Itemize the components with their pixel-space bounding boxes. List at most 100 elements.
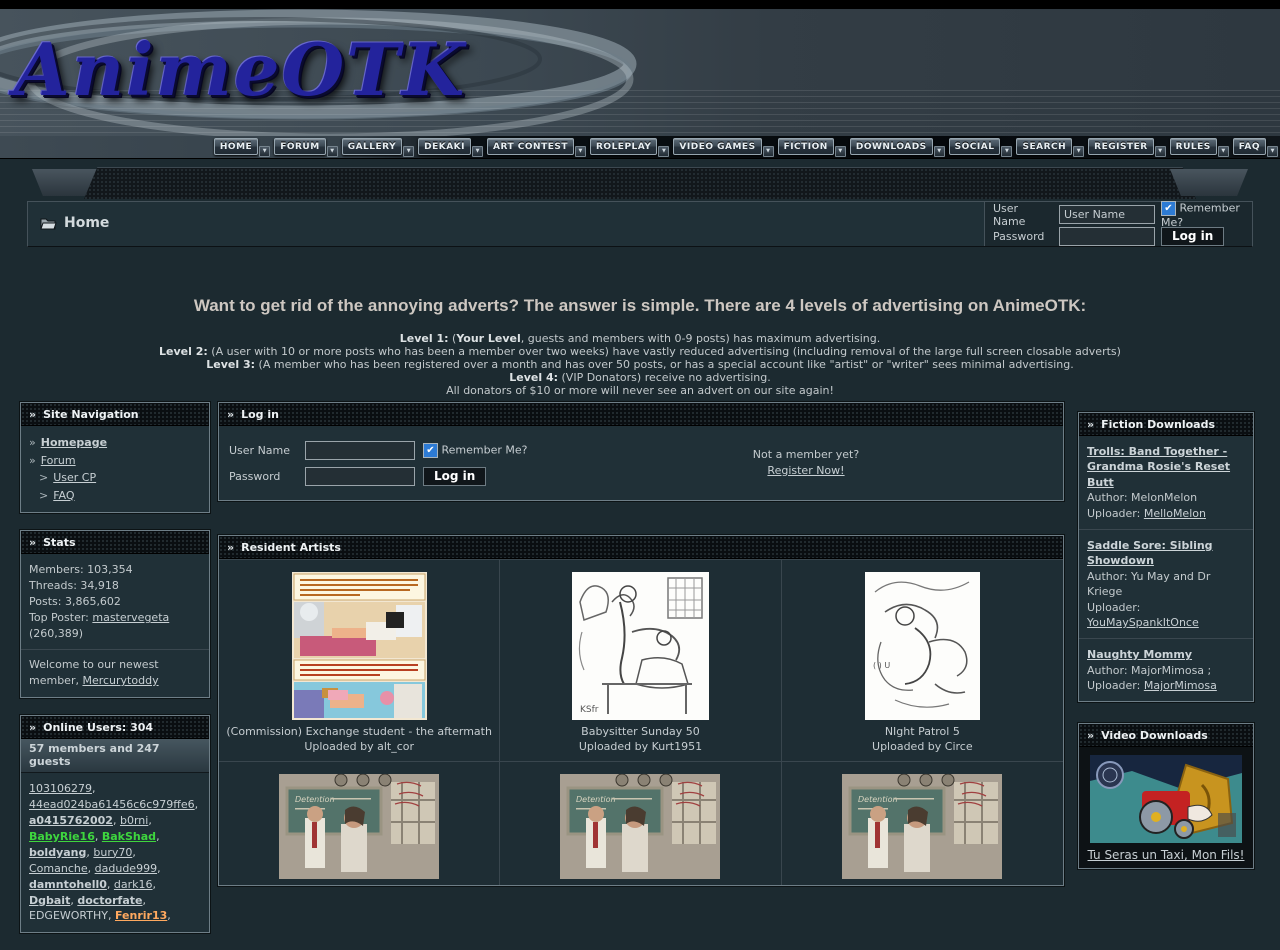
nav-button[interactable]: FAQ▼ [1233,138,1278,157]
online-user-link[interactable]: doctorfate [77,894,142,907]
artwork-thumbnail-classroom[interactable]: Detention [279,774,439,879]
nav-button[interactable]: DOWNLOADS▼ [850,138,945,157]
resident-artists-header: »Resident Artists [219,536,1063,559]
artist-row-2: Detention Detention [219,761,1063,885]
chevron-down-icon[interactable]: ▼ [1001,146,1012,157]
online-user-link[interactable]: Dgbait [29,894,70,907]
sidebar-link-user-cp[interactable]: User CP [53,471,96,484]
chevron-down-icon[interactable]: ▼ [403,146,414,157]
fiction-uploader: Uploader: MajorMimosa [1087,678,1245,693]
login-button[interactable]: Log in [1161,227,1224,246]
online-user-link[interactable]: EDGEWORTHY [29,909,108,922]
remember-me: ✔ Remember Me? [1161,201,1246,229]
chevron-down-icon[interactable]: ▼ [835,146,846,157]
nav-button[interactable]: HOME▼ [214,138,270,157]
username-field[interactable] [1059,205,1155,224]
online-user-link[interactable]: 103106279 [29,782,92,795]
video-title-link[interactable]: Tu Seras un Taxi, Mon Fils! [1088,848,1245,862]
page-title: Home [64,215,109,231]
online-user-link[interactable]: boldyang [29,846,86,859]
sidebar-link-faq[interactable]: FAQ [53,489,74,502]
online-user-link[interactable]: Comanche [29,862,88,875]
nav-button-label: ART CONTEST [487,138,574,155]
nav-button[interactable]: REGISTER▼ [1088,138,1166,157]
nav-button[interactable]: GALLERY▼ [342,138,414,157]
artwork-thumbnail-color-comic[interactable] [292,572,427,720]
fiction-uploader: Uploader: MelloMelon [1087,506,1245,521]
site-nav-list: »Homepage»Forum>User CP>FAQ [21,426,209,512]
online-users-panel: »Online Users: 304 57 members and 247 gu… [20,715,210,933]
banner-core [84,167,1196,199]
register-now-link[interactable]: Register Now! [767,464,844,477]
nav-button-label: DEKAKI [418,138,471,155]
nav-button[interactable]: RULES▼ [1170,138,1229,157]
artist-card: Detention [500,761,781,885]
svg-text:Detention: Detention [858,795,898,804]
nav-button[interactable]: ROLEPLAY▼ [590,138,669,157]
online-user-link[interactable]: damntohell0 [29,878,107,891]
chevron-down-icon[interactable]: ▼ [658,146,669,157]
remember-me-checkbox[interactable]: ✔ [1161,201,1176,216]
nav-button[interactable]: SEARCH▼ [1016,138,1084,157]
chevron-down-icon[interactable]: ▼ [1155,146,1166,157]
newest-member-link[interactable]: Mercurytoddy [82,674,158,687]
artwork-caption: NIght Patrol 5 Uploaded by Circe [786,725,1059,755]
nav-button[interactable]: VIDEO GAMES▼ [673,138,773,157]
online-user-link[interactable]: bury70 [93,846,132,859]
nav-button[interactable]: DEKAKI▼ [418,138,483,157]
online-user-link[interactable]: BakShad [102,830,156,843]
uploader-link[interactable]: MajorMimosa [1144,679,1217,692]
top-poster-link[interactable]: mastervegeta [92,611,169,624]
password-field[interactable] [305,467,415,486]
username-field[interactable] [305,441,415,460]
chevron-down-icon[interactable]: ▼ [259,146,270,157]
uploader-link[interactable]: MelloMelon [1144,507,1206,520]
fiction-item: Saddle Sore: Sibling Showdown Author: Yu… [1079,530,1253,639]
artist-card: ( ) U NIght Patrol 5 Uploaded by Circe [782,559,1063,761]
fiction-title-link[interactable]: Saddle Sore: Sibling Showdown [1087,538,1245,569]
artwork-thumbnail-classroom[interactable]: Detention [842,774,1002,879]
nav-button-label: HOME [214,138,258,155]
online-user-link[interactable]: a0415762002 [29,814,113,827]
list-bullet-icon: » [29,454,36,467]
chevron-down-icon[interactable]: ▼ [1267,146,1278,157]
nav-button[interactable]: SOCIAL▼ [949,138,1013,157]
sidebar-link-homepage[interactable]: Homepage [41,436,107,449]
login-panel-body: User Name ✔ Remember Me? Password Log in… [219,426,1063,500]
login-button[interactable]: Log in [423,467,486,486]
online-user-link[interactable]: dark16 [114,878,153,891]
chevron-down-icon[interactable]: ▼ [472,146,483,157]
advert-notice: Want to get rid of the annoying adverts?… [0,296,1280,397]
chevron-down-icon[interactable]: ▼ [1218,146,1229,157]
remember-me-checkbox[interactable]: ✔ [423,443,438,458]
chevron-down-icon[interactable]: ▼ [327,146,338,157]
online-user-link[interactable]: Fenrir13 [115,909,167,922]
chevron-down-icon[interactable]: ▼ [1073,146,1084,157]
online-user-link[interactable]: BabyRie16 [29,830,95,843]
nav-button[interactable]: FICTION▼ [778,138,846,157]
online-user-link[interactable]: dadude999 [95,862,157,875]
artwork-thumbnail-sketch[interactable]: ( ) U [865,572,980,720]
chevron-down-icon[interactable]: ▼ [934,146,945,157]
chevron-down-icon[interactable]: ▼ [763,146,774,157]
fiction-title-link[interactable]: Trolls: Band Together - Grandma Rosie's … [1087,444,1245,490]
sidebar-link-forum[interactable]: Forum [41,454,76,467]
video-thumbnail[interactable] [1090,755,1242,843]
notice-line: Level 1: (Your Level, guests and members… [0,332,1280,345]
nav-button-label: FICTION [778,138,834,155]
site-logo[interactable]: AnimeOTK [14,27,466,112]
artwork-thumbnail-classroom[interactable]: Detention [560,774,720,879]
nav-button[interactable]: ART CONTEST▼ [487,138,586,157]
sidebar-nav-row: » Forum [29,452,201,470]
video-downloads-panel: »Video Downloads Tu Seras un Taxi, Mon F… [1078,723,1254,869]
nav-button[interactable]: FORUM▼ [274,138,338,157]
nav-button-label: ROLEPLAY [590,138,657,155]
stat-members: Members: 103,354 [29,562,201,578]
fiction-title-link[interactable]: Naughty Mommy [1087,647,1245,662]
uploader-link[interactable]: YouMaySpankItOnce [1087,616,1199,629]
online-user-link[interactable]: b0rni [120,814,148,827]
artwork-thumbnail-sketch[interactable]: KSfr [572,572,709,720]
password-field[interactable] [1059,227,1155,246]
svg-text:Detention: Detention [576,795,616,804]
chevron-down-icon[interactable]: ▼ [575,146,586,157]
